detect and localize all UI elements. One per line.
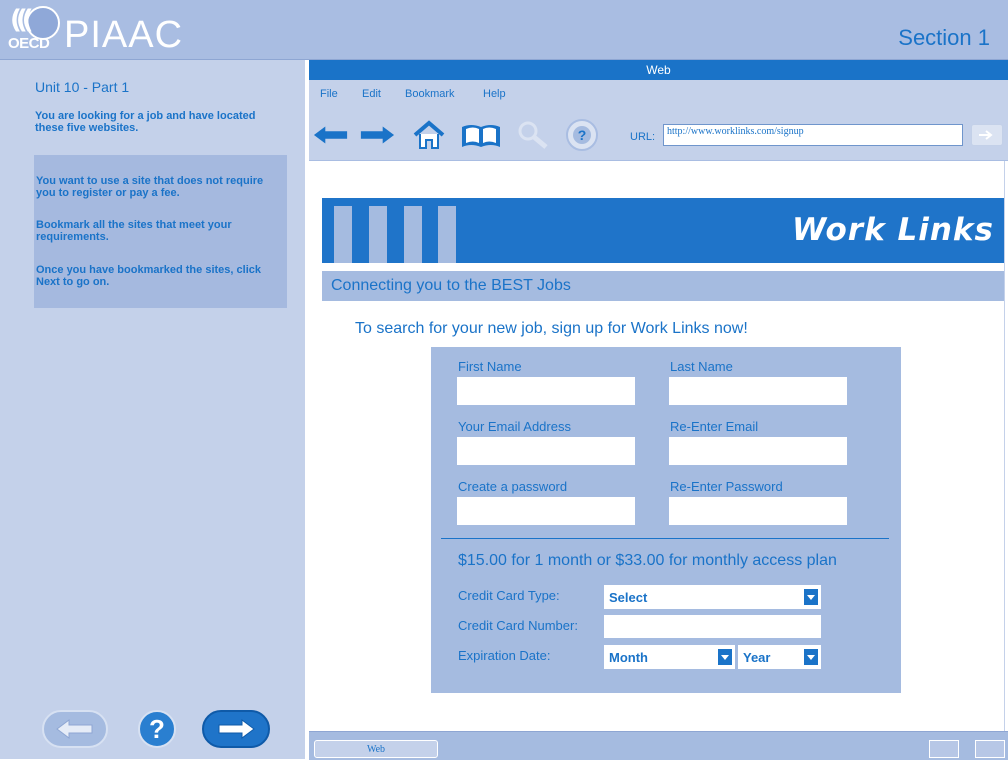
last-name-label: Last Name: [670, 359, 733, 374]
form-divider: [441, 538, 889, 539]
help-icon: ?: [149, 713, 165, 744]
tile-horizontal-icon[interactable]: [929, 740, 959, 758]
logo-piaac-text: PIAAC: [64, 14, 184, 56]
banner-stripe: [404, 206, 422, 263]
help-icon: ?: [566, 119, 598, 151]
go-button[interactable]: [971, 124, 1003, 146]
year-select[interactable]: Year: [738, 645, 821, 669]
month-value: Month: [609, 650, 648, 665]
search-icon: [518, 121, 548, 149]
password-input[interactable]: [457, 497, 635, 525]
tab-web[interactable]: Web: [314, 740, 438, 758]
site-logo: Work Links: [791, 212, 994, 248]
menu-bar: File Edit Bookmark Help: [309, 80, 1008, 110]
browser-tab-bar: Web: [309, 731, 1008, 760]
url-label: URL:: [630, 131, 656, 143]
password-label: Create a password: [458, 479, 568, 494]
browser-forward-button[interactable]: [359, 120, 395, 150]
menu-file[interactable]: File: [320, 88, 338, 100]
oecd-piaac-logo: ((( OECD PIAAC: [8, 3, 182, 55]
search-button[interactable]: [515, 120, 551, 150]
first-name-label: First Name: [458, 359, 522, 374]
unit-title: Unit 10 - Part 1: [35, 79, 130, 95]
back-arrow-icon: [313, 126, 348, 144]
tile-vertical-icon[interactable]: [975, 740, 1005, 758]
home-icon: [413, 120, 445, 149]
card-number-input[interactable]: [604, 615, 821, 638]
app-window: ((( OECD PIAAC Section 1 Unit 10 - Part …: [0, 0, 1008, 760]
signup-lead: To search for your new job, sign up for …: [355, 320, 748, 337]
scrollbar[interactable]: [1004, 161, 1008, 731]
menu-help[interactable]: Help: [483, 88, 506, 100]
forward-arrow-icon: [218, 719, 255, 739]
banner-stripe: [369, 206, 387, 263]
back-button[interactable]: [42, 710, 108, 748]
url-input[interactable]: http://www.worklinks.com/signup: [663, 124, 963, 146]
web-browser: Web File Edit Bookmark Help ? URL: http:…: [309, 60, 1008, 760]
card-number-label: Credit Card Number:: [458, 618, 578, 633]
logo-oecd-text: OECD: [8, 35, 50, 52]
expiration-label: Expiration Date:: [458, 648, 551, 663]
email-label: Your Email Address: [458, 419, 571, 434]
email-input[interactable]: [457, 437, 635, 465]
signup-form: First Name Last Name Your Email Address …: [431, 347, 901, 693]
reenter-email-input[interactable]: [669, 437, 847, 465]
year-value: Year: [743, 650, 771, 665]
chevron-down-icon: [717, 648, 733, 666]
chevron-down-icon: [803, 648, 819, 666]
task-intro: You are looking for a job and have locat…: [35, 110, 256, 134]
bookmarks-button[interactable]: [459, 120, 503, 150]
site-tagline: Connecting you to the BEST Jobs: [331, 277, 571, 294]
header-bar: ((( OECD PIAAC Section 1: [0, 0, 1008, 60]
reenter-email-label: Re-Enter Email: [670, 419, 759, 434]
banner-stripe: [438, 206, 456, 263]
browser-title: Web: [309, 60, 1008, 80]
navigation-buttons: ?: [42, 710, 282, 752]
card-type-label: Credit Card Type:: [458, 588, 560, 603]
reenter-password-input[interactable]: [669, 497, 847, 525]
browser-help-button[interactable]: ?: [564, 119, 600, 151]
menu-edit[interactable]: Edit: [362, 88, 381, 100]
site-banner: Work Links: [322, 198, 1004, 263]
price-text: $15.00 for 1 month or $33.00 for monthly…: [458, 552, 837, 569]
section-label: Section 1: [898, 25, 990, 50]
oecd-arcs-icon: (((: [10, 5, 34, 35]
first-name-input[interactable]: [457, 377, 635, 405]
task-instructions-box: You want to use a site that does not req…: [34, 155, 287, 308]
last-name-input[interactable]: [669, 377, 847, 405]
home-button[interactable]: [411, 120, 447, 150]
card-type-value: Select: [609, 590, 648, 605]
task-instruction-3: Once you have bookmarked the sites, clic…: [36, 264, 261, 288]
forward-arrow-icon: [360, 126, 395, 144]
banner-stripe: [334, 206, 352, 263]
web-page: Work Links Connecting you to the BEST Jo…: [309, 161, 1004, 731]
book-icon: [462, 125, 500, 147]
reenter-password-label: Re-Enter Password: [670, 479, 783, 494]
go-icon: [979, 130, 993, 140]
browser-back-button[interactable]: [313, 120, 349, 150]
task-instruction-1: You want to use a site that does not req…: [36, 175, 264, 199]
svg-text:?: ?: [578, 127, 587, 143]
month-select[interactable]: Month: [604, 645, 735, 669]
help-button[interactable]: ?: [138, 710, 176, 748]
next-button[interactable]: [202, 710, 270, 748]
task-panel: Unit 10 - Part 1 You are looking for a j…: [0, 60, 305, 759]
tagline-bar: Connecting you to the BEST Jobs: [322, 271, 1004, 301]
menu-bookmark[interactable]: Bookmark: [405, 88, 455, 100]
card-type-select[interactable]: Select: [604, 585, 821, 609]
task-instruction-2: Bookmark all the sites that meet your re…: [36, 219, 232, 243]
chevron-down-icon: [803, 588, 819, 606]
back-arrow-icon: [56, 719, 93, 739]
